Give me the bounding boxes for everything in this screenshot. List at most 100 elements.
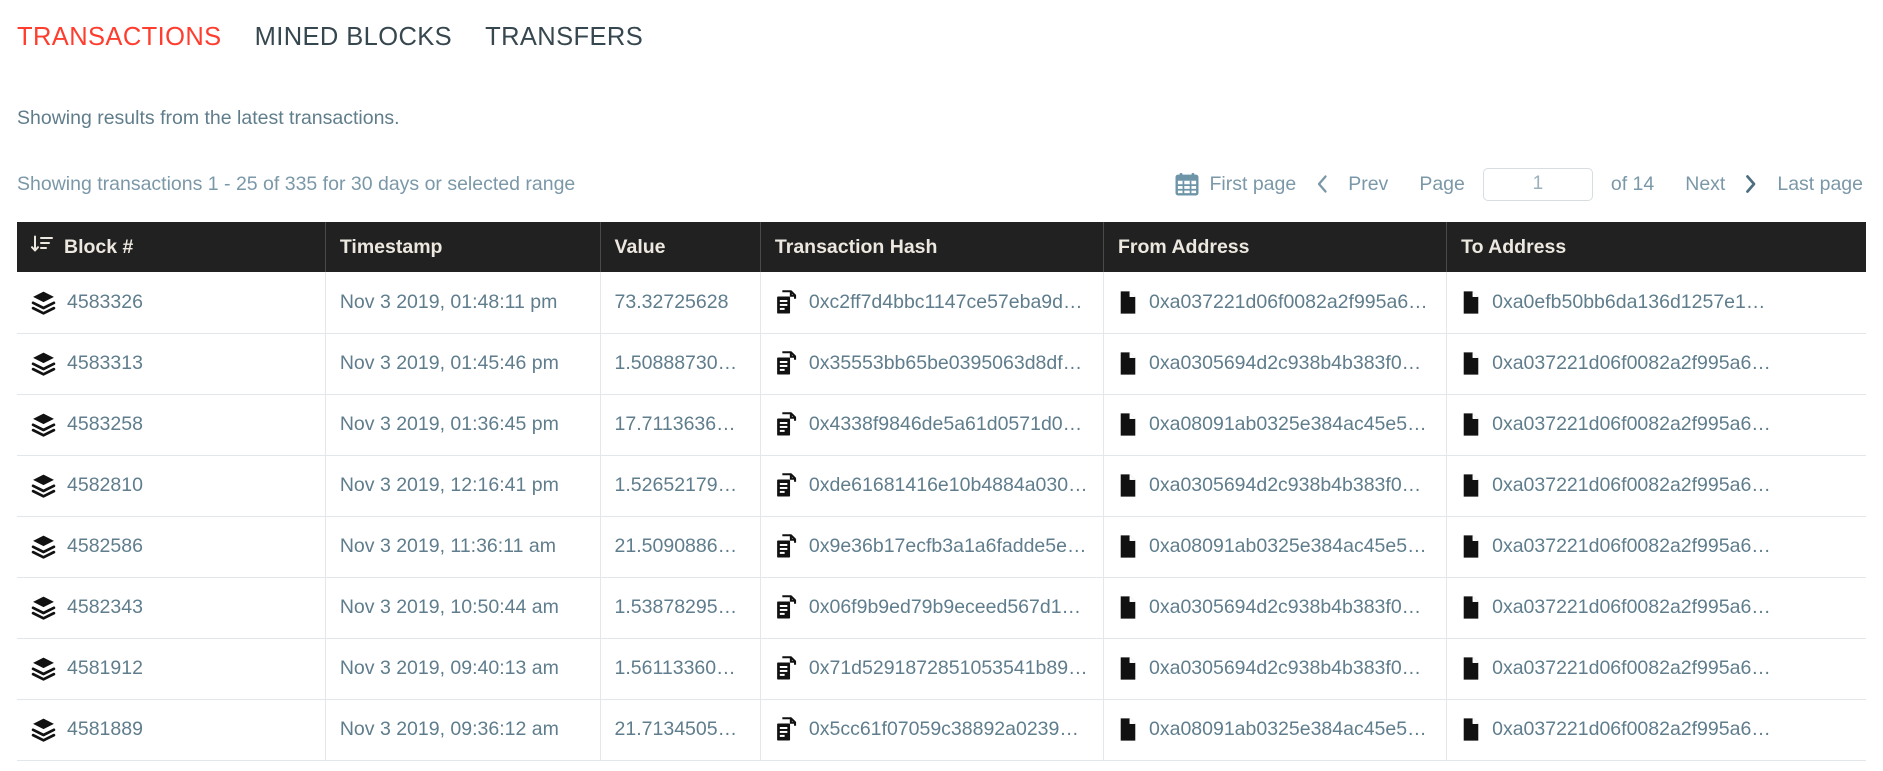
cell-to-address[interactable]: 0xa037221d06f0082a2f995a6… [1446, 577, 1866, 639]
cell-from-address[interactable]: 0xa0305694d2c938b4b383f0… [1103, 455, 1448, 517]
cell-to-address-text: 0xa0efb50bb6da136d1257e1… [1492, 290, 1766, 313]
document-icon [1461, 412, 1481, 437]
cell-value: 17.71136360… [600, 394, 761, 456]
table-row[interactable]: 4582810 Nov 3 2019, 12:16:41 pm 1.52652179… [17, 455, 1866, 517]
cell-transaction-hash[interactable]: 0x71d5291872851053541b89… [760, 638, 1105, 700]
transactions-table: Block # Timestamp Value Transaction Hash… [17, 222, 1866, 761]
cell-to-address-text: 0xa037221d06f0082a2f995a6… [1492, 657, 1771, 679]
tab-mined-blocks[interactable]: MINED BLOCKS [255, 22, 453, 52]
table-row[interactable]: 4583258 Nov 3 2019, 01:36:45 pm 17.7113636… [17, 394, 1866, 456]
column-header-block[interactable]: Block # [17, 222, 326, 272]
table-row[interactable]: 4582586 Nov 3 2019, 11:36:11 am 21.5090886… [17, 516, 1866, 578]
tab-transfers[interactable]: TRANSFERS [485, 22, 643, 52]
tab-bar: TRANSACTIONS MINED BLOCKS TRANSFERS [0, 0, 1883, 52]
next-page-button[interactable]: Next [1668, 172, 1742, 196]
column-header-to-address[interactable]: To Address [1446, 222, 1866, 272]
table-row[interactable]: 4581889 Nov 3 2019, 09:36:12 am 21.7134505… [17, 699, 1866, 761]
cell-from-address[interactable]: 0xa08091ab0325e384ac45e5… [1103, 699, 1448, 761]
cell-to-address-text: 0xa037221d06f0082a2f995a6… [1492, 535, 1771, 557]
cell-to-address[interactable]: 0xa037221d06f0082a2f995a6… [1446, 638, 1866, 700]
cell-transaction-hash[interactable]: 0x06f9b9ed79b9eceed567d1… [760, 577, 1105, 639]
sort-descending-icon[interactable] [31, 234, 53, 260]
table-row[interactable]: 4583326 Nov 3 2019, 01:48:11 pm 73.3272562… [17, 272, 1866, 334]
cell-value-text: 1.508887300… [614, 352, 746, 374]
cell-value-text: 1.538782953… [614, 596, 746, 618]
cell-value: 73.32725628 [600, 272, 761, 334]
cell-to-address[interactable]: 0xa037221d06f0082a2f995a6… [1446, 516, 1866, 578]
cell-block-number[interactable]: 4582810 [17, 455, 326, 517]
cell-transaction-hash[interactable]: 0xde61681416e10b4884a030… [760, 455, 1105, 517]
column-header-timestamp[interactable]: Timestamp [325, 222, 601, 272]
cell-transaction-hash[interactable]: 0xc2ff7d4bbc1147ce57eba9d… [760, 272, 1105, 334]
table-row[interactable]: 4581912 Nov 3 2019, 09:40:13 am 1.56113360… [17, 638, 1866, 700]
cell-value: 1.561133600… [600, 638, 761, 700]
cell-block-number[interactable]: 4583326 [17, 272, 326, 334]
cell-value: 21.50908869… [600, 516, 761, 578]
cell-block-number-text: 4583313 [67, 352, 143, 374]
cell-from-address[interactable]: 0xa037221d06f0082a2f995a6… [1103, 272, 1448, 334]
cell-timestamp: Nov 3 2019, 01:45:46 pm [325, 333, 601, 395]
table-row[interactable]: 4583313 Nov 3 2019, 01:45:46 pm 1.50888730… [17, 333, 1866, 395]
copy-document-icon [775, 473, 798, 498]
layers-icon [31, 473, 56, 498]
cell-value-text: 21.71345057… [614, 718, 746, 740]
first-page-button[interactable]: First page [1210, 172, 1314, 196]
transactions-page: TRANSACTIONS MINED BLOCKS TRANSFERS Show… [0, 0, 1883, 771]
cell-from-address-text: 0xa08091ab0325e384ac45e5… [1149, 718, 1427, 740]
cell-block-number[interactable]: 4581912 [17, 638, 326, 700]
cell-value-text: 21.50908869… [614, 535, 746, 557]
cell-transaction-hash[interactable]: 0x5cc61f07059c38892a0239… [760, 699, 1105, 761]
cell-from-address[interactable]: 0xa08091ab0325e384ac45e5… [1103, 516, 1448, 578]
layers-icon [31, 717, 56, 742]
cell-value-text: 1.526521796… [614, 474, 746, 496]
cell-to-address[interactable]: 0xa0efb50bb6da136d1257e1… [1446, 272, 1866, 334]
cell-block-number[interactable]: 4582586 [17, 516, 326, 578]
cell-block-number[interactable]: 4581889 [17, 699, 326, 761]
layers-icon [31, 290, 56, 315]
cell-block-number-text: 4582343 [67, 596, 143, 618]
document-icon [1118, 534, 1138, 559]
cell-transaction-hash[interactable]: 0x35553bb65be0395063d8df… [760, 333, 1105, 395]
cell-block-number[interactable]: 4582343 [17, 577, 326, 639]
cell-from-address-text: 0xa0305694d2c938b4b383f0… [1149, 596, 1422, 618]
document-icon [1461, 595, 1481, 620]
cell-timestamp-text: Nov 3 2019, 09:36:12 am [339, 718, 559, 740]
column-header-from-address[interactable]: From Address [1103, 222, 1448, 272]
copy-document-icon [775, 595, 798, 620]
cell-from-address[interactable]: 0xa08091ab0325e384ac45e5… [1103, 394, 1448, 456]
column-header-transaction-hash[interactable]: Transaction Hash [760, 222, 1105, 272]
transactions-table-container: Block # Timestamp Value Transaction Hash… [0, 222, 1883, 761]
cell-from-address[interactable]: 0xa0305694d2c938b4b383f0… [1103, 638, 1448, 700]
layers-icon [31, 412, 56, 437]
chevron-left-icon[interactable] [1313, 173, 1331, 195]
document-icon [1118, 595, 1138, 620]
cell-block-number[interactable]: 4583313 [17, 333, 326, 395]
cell-to-address[interactable]: 0xa037221d06f0082a2f995a6… [1446, 699, 1866, 761]
tab-transactions[interactable]: TRANSACTIONS [17, 22, 222, 52]
calendar-icon[interactable] [1174, 171, 1200, 197]
cell-to-address[interactable]: 0xa037221d06f0082a2f995a6… [1446, 455, 1866, 517]
cell-from-address[interactable]: 0xa0305694d2c938b4b383f0… [1103, 333, 1448, 395]
chevron-right-icon[interactable] [1742, 173, 1760, 195]
layers-icon [31, 534, 56, 559]
last-page-button[interactable]: Last page [1760, 172, 1863, 196]
cell-transaction-hash-text: 0xc2ff7d4bbc1147ce57eba9d… [808, 290, 1083, 313]
cell-from-address-text: 0xa0305694d2c938b4b383f0… [1149, 352, 1422, 374]
results-intro-text: Showing results from the latest transact… [17, 107, 400, 129]
cell-block-number[interactable]: 4583258 [17, 394, 326, 456]
cell-transaction-hash[interactable]: 0x4338f9846de5a61d0571d0… [760, 394, 1105, 456]
copy-document-icon [775, 289, 798, 315]
cell-to-address[interactable]: 0xa037221d06f0082a2f995a6… [1446, 333, 1866, 395]
cell-value: 1.538782953… [600, 577, 761, 639]
page-number-input[interactable] [1482, 167, 1593, 201]
cell-timestamp-text: Nov 3 2019, 12:16:41 pm [339, 474, 559, 496]
prev-page-button[interactable]: Prev [1331, 172, 1405, 196]
copy-document-icon [775, 351, 798, 376]
layers-icon [31, 351, 56, 376]
table-row[interactable]: 4582343 Nov 3 2019, 10:50:44 am 1.53878295… [17, 577, 1866, 639]
cell-from-address[interactable]: 0xa0305694d2c938b4b383f0… [1103, 577, 1448, 639]
cell-to-address[interactable]: 0xa037221d06f0082a2f995a6… [1446, 394, 1866, 456]
column-header-value[interactable]: Value [600, 222, 761, 272]
cell-transaction-hash[interactable]: 0x9e36b17ecfb3a1a6fadde5e… [760, 516, 1105, 578]
cell-block-number-text: 4583326 [67, 290, 143, 313]
